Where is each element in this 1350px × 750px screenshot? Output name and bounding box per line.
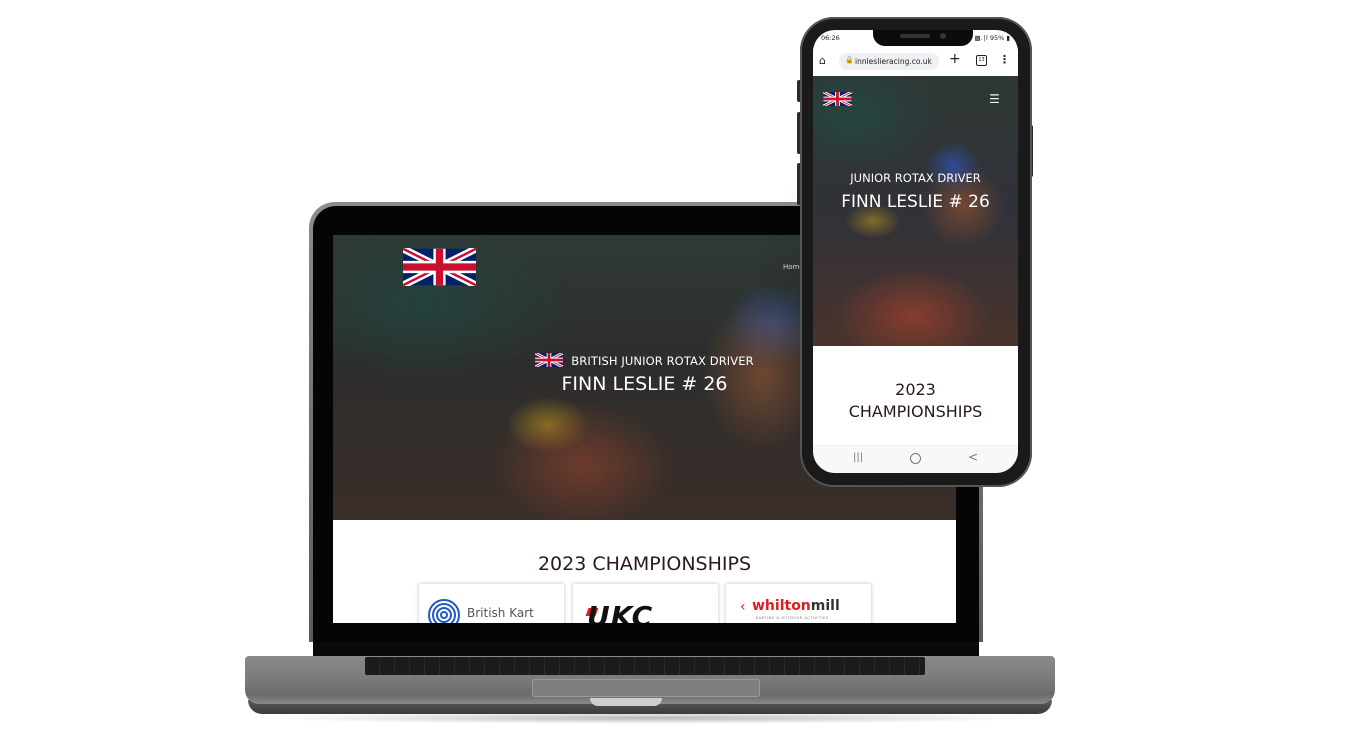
whilton-mill-tagline: KARTING & OUTDOOR ACTIVITIES	[756, 616, 829, 620]
championships-heading: 2023 CHAMPIONSHIPS	[537, 553, 752, 575]
logo-card-whilton-mill[interactable]: ‹ whiltonmill KARTING & OUTDOOR ACTIVITI…	[726, 584, 871, 623]
lock-icon: 🔒	[845, 56, 854, 64]
laptop-keyboard	[365, 657, 925, 675]
browser-toolbar: ⌂ 🔒 innleslieracing.co.uk + 13 ⋮	[813, 48, 1018, 76]
battery-icon: ▮	[1006, 34, 1010, 42]
british-kart-logo-icon	[428, 599, 460, 623]
recents-icon[interactable]: |||	[853, 452, 863, 463]
speaker-icon	[900, 34, 930, 38]
laptop-trackpad	[532, 679, 760, 697]
union-jack-logo-icon[interactable]	[823, 92, 852, 106]
more-menu-icon[interactable]: ⋮	[999, 53, 1010, 66]
laptop-hinge	[313, 642, 979, 656]
camera-icon	[940, 33, 946, 39]
mobile-hero-banner: ☰ JUNIOR ROTAX DRIVER FINN LESLIE # 26	[813, 76, 1018, 346]
status-time: 06:26	[821, 34, 840, 42]
laptop-latch	[590, 698, 662, 706]
whilton-mill-swoosh-icon: ‹	[740, 599, 746, 615]
tabs-icon[interactable]: 13	[976, 55, 987, 66]
hamburger-menu-icon[interactable]: ☰	[989, 92, 1000, 106]
android-nav-bar: ||| <	[813, 445, 1018, 473]
british-kart-logo-text: British Kart	[467, 606, 534, 620]
phone-screen: 06:26 ▩.∣l 95% ▮ ⌂ 🔒 innleslieracing.co.…	[813, 30, 1018, 473]
logo-card-ukc[interactable]: UKC	[573, 584, 718, 623]
logo-card-british-kart[interactable]: British Kart	[419, 584, 564, 623]
mobile-hero-subtitle: JUNIOR ROTAX DRIVER	[850, 171, 981, 185]
home-icon[interactable]: ⌂	[819, 54, 826, 67]
url-text: innleslieracing.co.uk	[855, 57, 932, 66]
union-jack-flag-icon	[535, 353, 563, 367]
url-bar[interactable]: 🔒 innleslieracing.co.uk	[839, 53, 939, 70]
mobile-hero-title: FINN LESLIE # 26	[841, 192, 990, 212]
whilton-mill-logo-text: whiltonmill	[752, 598, 840, 614]
mobile-championships-heading: 2023 CHAMPIONSHIPS	[848, 380, 983, 421]
union-jack-logo-icon[interactable]	[403, 248, 476, 286]
ukc-logo-text: UKC	[587, 600, 654, 623]
back-icon[interactable]: <	[968, 450, 978, 464]
new-tab-icon[interactable]: +	[949, 51, 961, 67]
home-button-icon[interactable]	[910, 453, 921, 464]
status-battery: ▩.∣l 95% ▮	[974, 34, 1010, 42]
signal-icon: ▩.∣l	[974, 34, 990, 42]
phone-notch	[873, 30, 973, 46]
